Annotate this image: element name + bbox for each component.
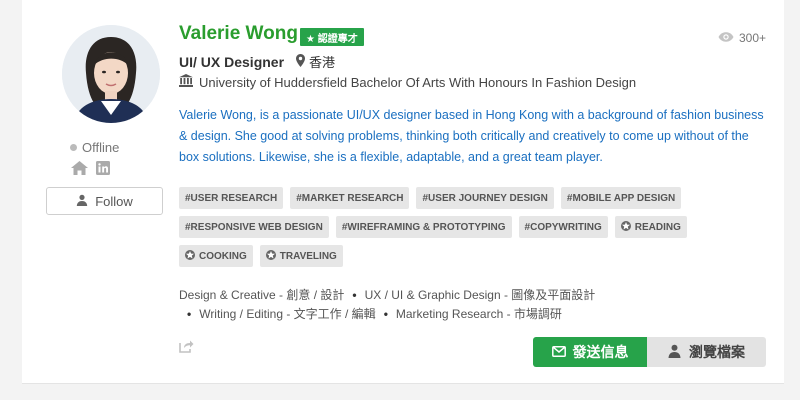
send-message-label: 發送信息 [572,344,629,360]
tag-user-journey-design[interactable]: #USER JOURNEY DESIGN [416,187,554,209]
interest-icon [620,220,631,234]
map-pin-icon [296,53,306,70]
location: 香港 [296,52,335,71]
service-categories: Design & Creative - 創意 / 設計 • UX / UI & Gr… [179,286,699,324]
job-title: UI/ UX Designer [179,53,285,70]
user-icon [668,344,681,361]
category-item[interactable]: UX / UI & Graphic Design - 圖像及平面設計 [365,288,596,302]
profile-card: Offline Follow Valerie Wong ★ 認證專才 300+ … [22,0,784,384]
home-icon[interactable] [71,161,88,180]
tag-responsive-web-design[interactable]: #RESPONSIVE WEB DESIGN [179,216,329,238]
send-message-button[interactable]: 發送信息 [533,337,647,367]
location-text: 香港 [309,55,336,70]
category-separator: • [352,288,357,302]
tag-mobile-app-design[interactable]: #MOBILE APP DESIGN [560,187,682,209]
category-separator: • [383,307,388,321]
status-dot [70,144,77,151]
tag-reading[interactable]: READING [614,216,687,238]
bio: Valerie Wong, is a passionate UI/UX desi… [179,108,764,164]
interest-icon [185,249,195,263]
user-icon [76,194,88,209]
job-title-row: UI/ UX Designer 香港 [179,52,335,71]
avatar[interactable] [62,25,160,123]
tag-market-research[interactable]: #MARKET RESEARCH [290,187,410,209]
verified-badge: ★ 認證專才 [300,28,364,46]
follow-button[interactable]: Follow [46,187,163,215]
status-text: Offline [82,140,120,155]
tag-traveling[interactable]: TRAVELING [259,245,343,267]
tag-list: #USER RESEARCH #MARKET RESEARCH #USER JO… [179,187,739,267]
view-profile-label: 瀏覽檔案 [689,344,745,360]
eye-icon [718,31,734,45]
view-profile-button[interactable]: 瀏覽檔案 [647,337,766,367]
online-status: Offline [70,140,119,155]
view-count: 300+ [718,31,766,45]
university-icon [179,74,193,90]
envelope-icon [551,344,566,360]
interest-icon [265,249,276,263]
category-item[interactable]: Writing / Editing - 文字工作 / 編輯 [199,307,375,321]
tag-user-research[interactable]: #USER RESEARCH [179,187,284,209]
linkedin-icon[interactable] [96,161,110,180]
view-count-text: 300+ [738,31,766,45]
category-separator: • [187,307,192,321]
follow-label: Follow [95,193,133,209]
profile-name[interactable]: Valerie Wong [179,23,298,45]
education-text: University of Huddersfield Bachelor Of A… [199,74,637,90]
education: University of Huddersfield Bachelor Of A… [179,74,636,90]
tag-copywriting[interactable]: #COPYWRITING [518,216,608,238]
tag-wireframing-prototyping[interactable]: #WIREFRAMING & PROTOTYPING [335,216,512,238]
category-item[interactable]: Design & Creative - 創意 / 設計 [179,288,344,302]
social-links [71,161,110,180]
category-item[interactable]: Marketing Research - 市場調研 [396,307,562,321]
tag-cooking[interactable]: COOKING [179,245,253,267]
share-icon[interactable] [179,340,194,358]
